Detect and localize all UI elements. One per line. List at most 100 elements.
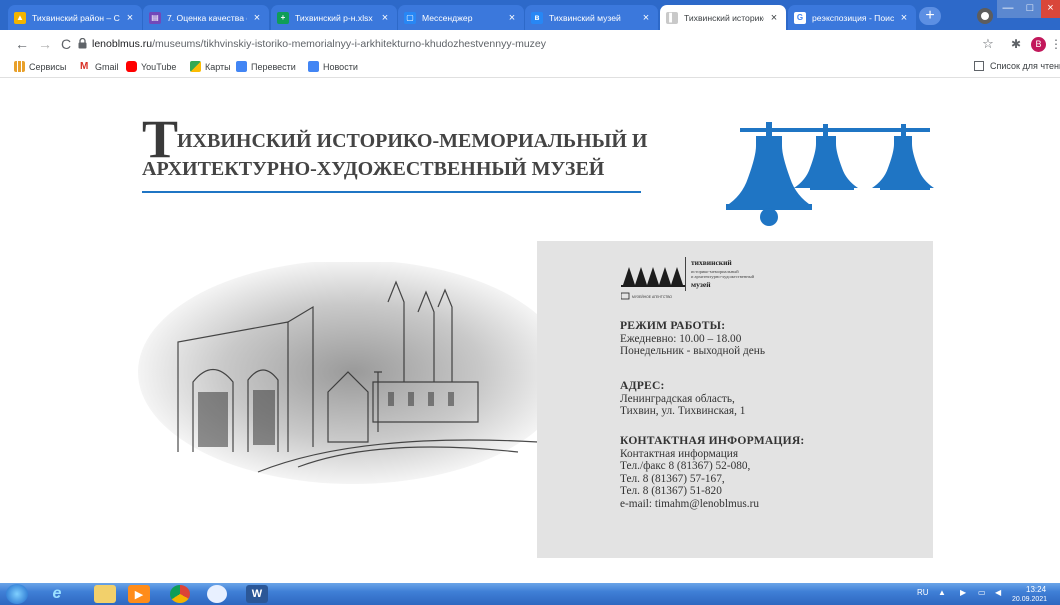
address-heading: АДРЕС: xyxy=(620,379,665,392)
close-icon[interactable]: × xyxy=(379,12,391,24)
title-divider xyxy=(142,191,641,193)
bookmark-maps[interactable]: Карты xyxy=(190,61,231,72)
reading-list-button[interactable]: Список для чтени xyxy=(974,61,1060,71)
minimize-button[interactable]: — xyxy=(997,0,1019,18)
tab-museum-site[interactable]: ▌ Тихвинский историко × xyxy=(660,5,786,30)
bookmark-label: Новости xyxy=(323,61,358,72)
page-title-line2: АРХИТЕКТУРНО-ХУДОЖЕСТВЕННЫЙ МУЗЕЙ xyxy=(142,158,605,180)
bookmark-label: Сервисы xyxy=(29,61,67,72)
word-icon[interactable]: W xyxy=(246,585,268,603)
logo-word: музей xyxy=(691,280,711,289)
flag-icon[interactable]: ▶ xyxy=(960,588,966,597)
logo-name: тихвинский xyxy=(691,258,732,267)
volume-icon[interactable]: ◀ xyxy=(995,588,1001,597)
tab-title: Тихвинский р-н.xlsx – xyxy=(295,12,375,23)
profile-avatar[interactable]: В xyxy=(1031,37,1046,52)
tab-tikhvin-museum-vk[interactable]: в Тихвинский музей × xyxy=(525,5,658,30)
media-icon[interactable]: ▶ xyxy=(128,585,150,603)
translate-icon xyxy=(236,61,247,72)
gmail-icon: M xyxy=(80,61,91,72)
back-icon[interactable]: ← xyxy=(14,36,30,52)
contacts-line4: Тел. 8 (81367) 51-820 xyxy=(620,485,722,498)
tab-tikhvin-district[interactable]: ▲ Тихвинский район – С × xyxy=(8,5,142,30)
bookmark-news[interactable]: Новости xyxy=(308,61,358,72)
tab-title: 7. Оценка качества ок xyxy=(167,12,247,23)
bookmark-label: YouTube xyxy=(141,61,177,72)
tray-arrow-icon[interactable]: ▲ xyxy=(938,588,946,597)
contacts-block: КОНТАКТНАЯ ИНФОРМАЦИЯ: Контактная информ… xyxy=(620,434,805,511)
clock-time[interactable]: 13:24 xyxy=(1026,585,1046,594)
close-window-button[interactable]: × xyxy=(1041,0,1060,18)
close-icon[interactable]: × xyxy=(506,12,518,24)
museum-sketch-image xyxy=(138,262,558,484)
address-block: АДРЕС: Ленинградская область, Тихвин, ул… xyxy=(620,379,746,418)
address-line1: Ленинградская область, xyxy=(620,392,735,405)
lock-icon[interactable] xyxy=(78,38,87,49)
apps-grid-icon xyxy=(14,61,25,72)
extensions-icon[interactable]: ✱ xyxy=(1008,36,1024,52)
contacts-line1: Контактная информация xyxy=(620,447,739,460)
museum-logo: тихвинский историко-мемориальный и архит… xyxy=(621,257,755,300)
bookmark-label: Перевести xyxy=(251,61,296,72)
network-icon[interactable]: ▭ xyxy=(978,588,986,597)
messenger-taskbar-icon[interactable] xyxy=(207,585,227,603)
ie-icon[interactable]: e xyxy=(46,585,68,603)
forms-icon: ▤ xyxy=(149,11,161,24)
maximize-button[interactable]: □ xyxy=(1019,0,1041,18)
explorer-icon[interactable] xyxy=(94,585,116,603)
google-icon: G xyxy=(794,11,806,24)
url-field[interactable]: lenoblmus.ru/museums/tikhvinskiy-istorik… xyxy=(92,38,546,50)
hours-heading: РЕЖИМ РАБОТЫ: xyxy=(620,319,726,332)
clock-date[interactable]: 20.09.2021 xyxy=(1012,596,1047,603)
bookmark-services[interactable]: Сервисы xyxy=(14,61,66,72)
tab-title: Тихвинский историко xyxy=(684,12,764,23)
windows-taskbar xyxy=(0,583,1060,605)
site-icon: ▌ xyxy=(666,11,678,24)
hours-block: РЕЖИМ РАБОТЫ: Ежедневно: 10.00 – 18.00 П… xyxy=(620,319,765,358)
triangle-icon: ▲ xyxy=(14,11,26,24)
logo-agency: МУЗЕЙНОЕ АГЕНТСТВО xyxy=(632,295,672,299)
star-icon[interactable]: ☆ xyxy=(980,36,996,52)
close-icon[interactable]: × xyxy=(898,12,910,24)
messenger-icon: ▢ xyxy=(404,11,416,24)
page-title-line1: ИХВИНСКИЙ ИСТОРИКО-МЕМОРИАЛЬНЫЙ И xyxy=(177,130,648,152)
vk-icon: в xyxy=(531,11,543,24)
contacts-line3: Тел. 8 (81367) 57-167, xyxy=(620,472,725,485)
url-path: /museums/tikhvinskiy-istoriko-memorialny… xyxy=(152,38,546,50)
news-icon xyxy=(308,61,319,72)
tab-messenger[interactable]: ▢ Мессенджер × xyxy=(398,5,524,30)
logo-sub2: и архитектурно-художественный xyxy=(691,274,755,279)
start-button[interactable] xyxy=(6,584,28,604)
url-host: lenoblmus.ru xyxy=(92,38,153,50)
close-icon[interactable]: × xyxy=(124,12,136,24)
bookmark-label: Gmail xyxy=(95,61,119,72)
forward-icon[interactable]: → xyxy=(37,36,53,52)
tab-google-search[interactable]: G реэкспозиция - Поис × xyxy=(788,5,916,30)
bookmark-label: Карты xyxy=(205,61,231,72)
tab-spreadsheet[interactable]: + Тихвинский р-н.xlsx – × xyxy=(271,5,397,30)
new-tab-button[interactable]: + xyxy=(919,7,941,25)
menu-icon[interactable]: ⋮ xyxy=(1050,36,1060,52)
bells-logo xyxy=(726,122,934,226)
reading-list-icon xyxy=(974,61,984,71)
hours-line2: Понедельник - выходной день xyxy=(620,345,765,358)
bookmark-translate[interactable]: Перевести xyxy=(236,61,296,72)
tab-search-icon[interactable] xyxy=(977,8,993,24)
close-icon[interactable]: × xyxy=(768,12,780,24)
close-icon[interactable]: × xyxy=(640,12,652,24)
reading-list-label: Список для чтени xyxy=(990,61,1060,71)
language-indicator[interactable]: RU xyxy=(917,588,929,597)
tab-title: реэкспозиция - Поис xyxy=(812,12,894,23)
tab-quality-assessment[interactable]: ▤ 7. Оценка качества ок × xyxy=(143,5,269,30)
contacts-line2: Тел./факс 8 (81367) 52-080, xyxy=(620,460,751,473)
close-icon[interactable]: × xyxy=(251,12,263,24)
chrome-icon[interactable] xyxy=(170,585,190,603)
sheets-icon: + xyxy=(277,11,289,24)
contacts-heading: КОНТАКТНАЯ ИНФОРМАЦИЯ: xyxy=(620,434,805,447)
youtube-icon xyxy=(126,61,137,72)
address-line2: Тихвин, ул. Тихвинская, 1 xyxy=(620,405,746,418)
bookmark-youtube[interactable]: YouTube xyxy=(126,61,176,72)
reload-icon[interactable]: C xyxy=(58,36,74,52)
contacts-email[interactable]: e-mail: timahm@lenoblmus.ru xyxy=(620,498,804,511)
bookmark-gmail[interactable]: M Gmail xyxy=(80,61,119,72)
